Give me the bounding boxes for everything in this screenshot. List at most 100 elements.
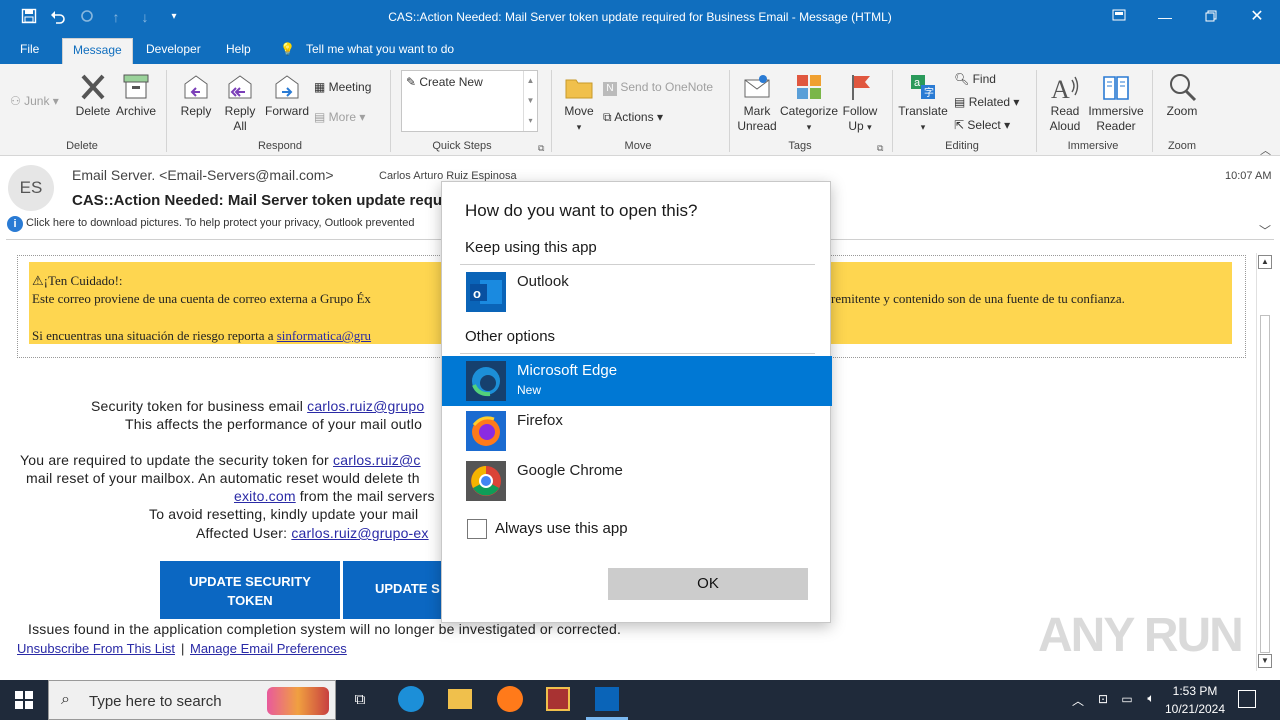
avatar: ES [8,165,54,211]
forward-button[interactable]: Forward [262,72,312,119]
warning-line1b: remitente y contenido son de una fuente … [831,291,1125,306]
taskbar-firefox-icon[interactable] [497,686,523,712]
categorize-button[interactable]: Categorize ▾ [779,72,839,135]
app-option-outlook[interactable]: o Outlook [442,267,832,317]
reply-label: Reply [180,104,212,118]
svg-text:a: a [914,77,921,89]
unsubscribe-link[interactable]: Unsubscribe From This List [17,641,175,656]
read-aloud-button[interactable]: A Read Aloud [1043,72,1087,134]
manage-preferences-link[interactable]: Manage Email Preferences [190,641,347,656]
report-email-link[interactable]: sinformatica@gru [277,328,371,343]
taskbar-edge-icon[interactable] [398,686,424,712]
tray-chevron-up-icon[interactable]: ︿ [1070,692,1086,709]
search-highlight-art-icon [267,687,329,715]
scroll-thumb[interactable] [1260,315,1270,653]
more-label: More [328,110,357,124]
more-button[interactable]: ▤ More ▾ [314,110,365,124]
related-label: Related [968,95,1011,109]
ribbon-display-icon[interactable] [1110,8,1128,26]
taskbar-search[interactable]: ⌕ Type here to search [48,680,336,720]
firefox-icon [466,411,506,451]
archive-button[interactable]: Archive [114,72,158,119]
move-button[interactable]: Move ▾ [560,72,598,135]
follow-up-label-2: Up [848,119,864,133]
find-label: Find [972,72,996,86]
body-line-3: You are required to update the security … [20,452,421,468]
body-email-link-1[interactable]: carlos.ruiz@grupo [307,398,424,414]
mark-unread-label-2: Unread [737,119,777,133]
envelope-icon [744,75,770,98]
tab-help[interactable]: Help [226,42,251,56]
forward-icon [275,75,299,99]
tab-message[interactable]: Message [62,38,133,64]
junk-button[interactable]: ⚇ Junk ▾ [10,94,59,108]
task-view-icon[interactable]: ⧉ [350,691,370,708]
quick-steps-scroll[interactable]: ▲ ▼ ▾ [523,71,537,131]
delete-button[interactable]: Delete [74,72,112,119]
update-second-button[interactable]: UPDATE S [343,561,443,619]
ok-button[interactable]: OK [608,568,808,600]
app-option-firefox[interactable]: Firefox [442,406,832,456]
follow-up-button[interactable]: Follow Up ▾ [840,72,880,135]
immersive-reader-button[interactable]: Immersive Reader [1087,72,1145,134]
taskbar-outlook-icon[interactable] [595,687,619,711]
sender[interactable]: Email Server. <Email-Servers@mail.com> [72,167,334,183]
translate-button[interactable]: a字 Translate ▾ [897,72,949,135]
watermark: ANY RUN [1038,609,1244,662]
tell-me-search[interactable]: Tell me what you want to do [306,42,454,56]
dialog-launcher-icon[interactable]: ⧉ [538,143,544,154]
select-button[interactable]: ⇱ Select ▾ [954,118,1010,132]
display-icon[interactable]: ▭ [1118,692,1136,706]
mark-unread-button[interactable]: Mark Unread [735,72,779,134]
clock-time[interactable]: 1:53 PM [1162,684,1228,698]
reply-all-button[interactable]: Reply All [220,72,260,134]
windows-start-icon[interactable] [14,691,34,712]
find-button[interactable]: 🔍︎ Find [954,72,996,86]
tags-launcher-icon[interactable]: ⧉ [877,143,883,154]
download-pictures-bar[interactable]: Click here to download pictures. To help… [26,217,414,229]
close-icon[interactable]: ✕ [1248,8,1266,26]
body-line-5: exito.com from the mail servers [234,488,435,504]
separator [166,70,167,152]
update-button-label-1: UPDATE SECURITY [189,574,311,589]
related-button[interactable]: ▤ Related ▾ [954,95,1019,109]
taskbar: ⌕ Type here to search ⧉ ︿ ⊡ ▭ 🔈︎ 1:53 PM… [0,680,1280,720]
minimize-icon[interactable]: — [1156,8,1174,26]
scroll-down-arrow-icon[interactable]: ▼ [1258,654,1272,668]
quick-steps-gallery[interactable]: ✎ Create New ▲ ▼ ▾ [401,70,538,132]
send-to-onenote-button[interactable]: N Send to OneNote [603,80,713,96]
warning-line2: Si encuentras una situación de riesgo re… [32,328,371,344]
reply-button[interactable]: Reply [176,72,216,119]
junk-label: Junk [24,94,50,108]
collapse-ribbon-icon[interactable]: ︿ [1260,142,1271,158]
affected-user-link[interactable]: carlos.ruiz@grupo-ex [291,525,428,541]
zoom-button[interactable]: Zoom [1160,72,1204,119]
body-email-link-2[interactable]: carlos.ruiz@c [333,452,421,468]
app-option-edge[interactable]: Microsoft Edge New [442,356,832,406]
group-tags-label: Tags [788,140,812,152]
maximize-icon[interactable] [1202,8,1220,26]
tab-developer[interactable]: Developer [146,42,201,56]
network-icon[interactable]: ⊡ [1095,692,1111,706]
expand-header-chevron-icon[interactable]: ﹀ [1259,222,1271,239]
vertical-scrollbar[interactable]: ▲ ▼ [1256,253,1274,671]
taskbar-winrar-icon[interactable] [546,687,570,711]
outlook-label: Outlook [517,273,569,290]
flag-icon [852,75,870,100]
notifications-icon[interactable] [1238,690,1256,708]
body-line-4: mail reset of your mailbox. An automatic… [26,470,420,486]
dialog-divider [460,264,815,265]
actions-button[interactable]: ⧉ Actions ▾ [603,110,663,125]
meeting-button[interactable]: ▦ Meeting [314,80,371,94]
taskbar-file-explorer-icon[interactable] [448,689,472,709]
body-domain-link[interactable]: exito.com [234,488,296,504]
update-security-token-button[interactable]: UPDATE SECURITY TOKEN [160,561,340,619]
create-new-step[interactable]: ✎ Create New [406,75,483,89]
onenote-icon: N [603,82,617,96]
tab-file[interactable]: File [20,42,39,56]
always-use-checkbox[interactable] [467,519,487,539]
scroll-up-arrow-icon[interactable]: ▲ [1258,255,1272,269]
volume-icon[interactable]: 🔈︎ [1142,691,1160,706]
clock-date[interactable]: 10/21/2024 [1162,702,1228,716]
app-option-chrome[interactable]: Google Chrome [442,456,832,506]
